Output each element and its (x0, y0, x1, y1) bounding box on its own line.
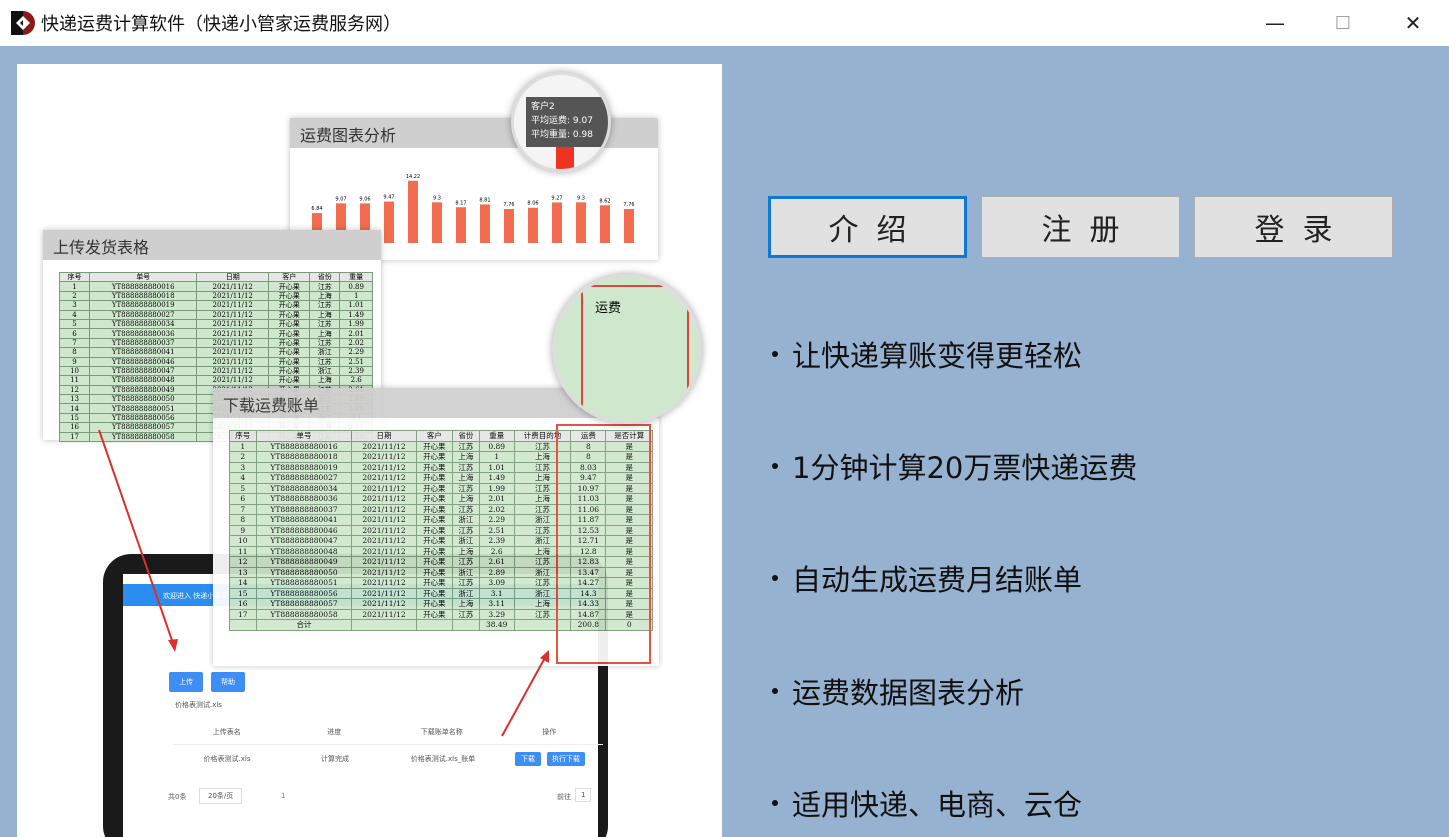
title-bar: 快递运费计算软件（快递小管家运费服务网） — ☐ ✕ (0, 0, 1449, 46)
bullet-icon (772, 688, 778, 694)
feature-text: 让快递算账变得更轻松 (792, 339, 1083, 373)
app-logo-icon (11, 11, 35, 35)
feature-item: 让快递算账变得更轻松 (772, 333, 1082, 375)
login-button[interactable]: 登录 (1194, 196, 1393, 258)
maximize-button[interactable]: ☐ (1308, 0, 1378, 46)
register-button[interactable]: 注册 (981, 196, 1180, 258)
minimize-button[interactable]: — (1240, 0, 1310, 46)
window-title: 快递运费计算软件（快递小管家运费服务网） (41, 14, 401, 35)
feature-item: 1分钟计算20万票快递运费 (772, 445, 1137, 487)
close-button[interactable]: ✕ (1378, 0, 1448, 46)
feature-item: 运费数据图表分析 (772, 670, 1024, 712)
bullet-icon (772, 463, 778, 469)
intro-illustration: 运费图表分析 6.84 9.07 9.06 9.47 14.22 9.3 8.17 8.81 7… (17, 64, 722, 837)
feature-text: 自动生成运费月结账单 (792, 563, 1083, 597)
feature-text: 运费数据图表分析 (792, 676, 1025, 710)
feature-item: 适用快递、电商、云仓 (772, 782, 1082, 824)
bullet-icon (772, 575, 778, 581)
arrows (98, 429, 549, 737)
intro-button[interactable]: 介绍 (768, 196, 967, 258)
bullet-icon (772, 800, 778, 806)
feature-text: 适用快递、电商、云仓 (792, 788, 1083, 822)
feature-item: 自动生成运费月结账单 (772, 557, 1082, 599)
bullet-icon (772, 351, 778, 357)
feature-text: 1分钟计算20万票快递运费 (792, 451, 1138, 485)
